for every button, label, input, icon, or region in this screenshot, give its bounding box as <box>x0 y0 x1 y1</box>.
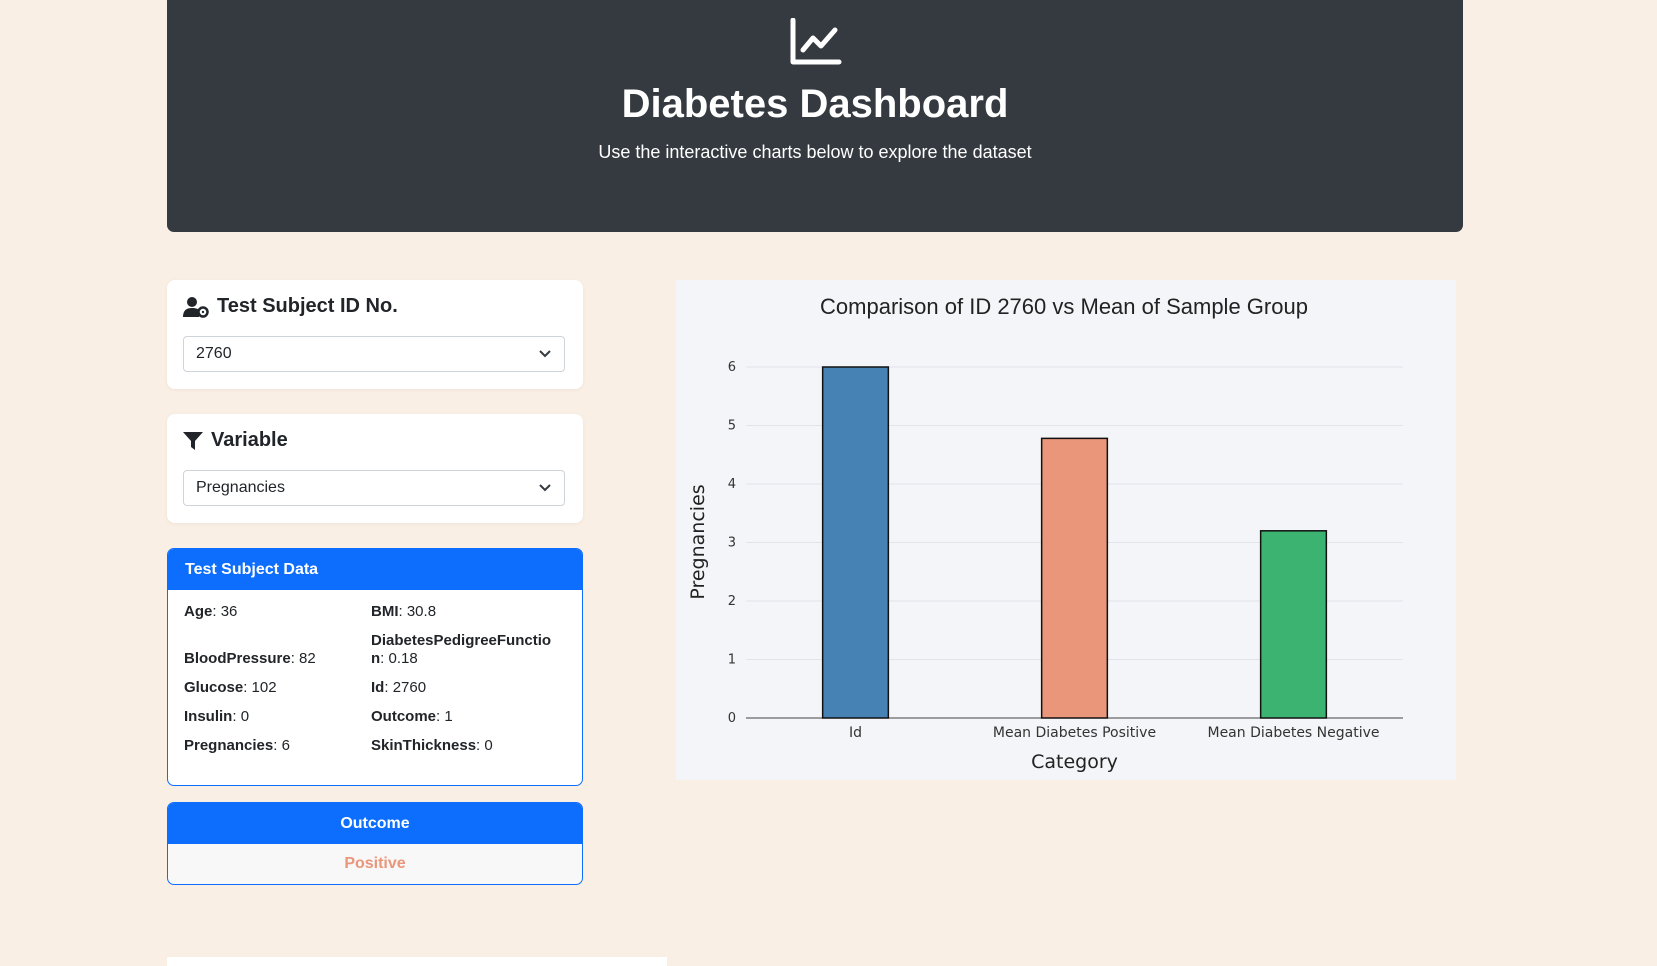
subject-data-value: 0.18 <box>388 650 418 667</box>
subject-data-value: 1 <box>444 708 453 725</box>
x-tick-label: Id <box>849 725 862 741</box>
comparison-chart[interactable]: Comparison of ID 2760 vs Mean of Sample … <box>676 280 1456 780</box>
next-card-edge <box>167 957 667 966</box>
subject-data-item: SkinThickness: 0 <box>371 737 493 754</box>
subject-data-value: 102 <box>251 679 277 696</box>
subject-data-value: 6 <box>281 737 290 754</box>
subject-id-card: Test Subject ID No. 2760 <box>167 280 583 389</box>
line-chart-icon <box>790 18 842 65</box>
subject-data-value: 0 <box>240 708 250 725</box>
y-tick-label: 3 <box>728 536 736 551</box>
y-tick-label: 5 <box>728 419 736 434</box>
variable-title: Variable <box>211 429 288 451</box>
outcome-card: Outcome Positive <box>167 802 583 885</box>
x-tick-label: Mean Diabetes Negative <box>1207 725 1379 741</box>
chart-bar <box>821 366 890 719</box>
subject-data-key: Id <box>371 679 385 696</box>
subject-data-row: Pregnancies: 6 SkinThickness: 0 <box>184 737 568 755</box>
chart-bar <box>1259 530 1328 719</box>
subject-data-item: DiabetesPedigreeFunction: 0.18 <box>371 632 552 667</box>
subject-data-key: Age <box>184 603 213 620</box>
subject-data-item: Outcome: 1 <box>371 708 453 725</box>
subject-data-header: Test Subject Data <box>168 549 582 590</box>
subject-data-card: Test Subject Data Age: 36 BMI: 30.8 BloodP… <box>167 548 583 786</box>
subject-data-key: Insulin <box>184 708 233 725</box>
y-tick-label: 4 <box>728 477 736 492</box>
x-tick-label: Mean Diabetes Positive <box>993 725 1156 741</box>
variable-dropdown[interactable]: Pregnancies <box>183 470 565 506</box>
variable-card: Variable Pregnancies <box>167 414 583 523</box>
subject-data-value: 2760 <box>392 679 427 696</box>
page-subtitle: Use the interactive charts below to expl… <box>598 142 1032 162</box>
subject-data-key: Outcome <box>371 708 437 725</box>
y-tick-label: 0 <box>728 711 736 726</box>
subject-data-row: Insulin: 0 Outcome: 1 <box>184 708 568 726</box>
subject-data-row: BloodPressure: 82 DiabetesPedigreeFunctio… <box>184 632 568 668</box>
comparison-chart-svg: Comparison of ID 2760 vs Mean of Sample … <box>687 294 1403 773</box>
dashboard-header: Diabetes Dashboard Use the interactive c… <box>167 0 1463 232</box>
subject-data-key: Pregnancies <box>184 737 274 754</box>
chevron-down-icon <box>539 484 551 492</box>
subject-data-key: SkinThickness <box>371 737 477 754</box>
x-axis-label: Category <box>1031 751 1118 773</box>
y-tick-label: 2 <box>728 594 736 609</box>
subject-id-title: Test Subject ID No. <box>217 295 398 317</box>
subject-data-value: 82 <box>299 650 316 667</box>
subject-data-table: Age: 36 BMI: 30.8 BloodPressure: 82 Diabete… <box>184 603 568 766</box>
chevron-down-icon <box>539 350 551 358</box>
subject-id-dropdown[interactable]: 2760 <box>183 336 565 372</box>
subject-id-value: 2760 <box>196 345 232 362</box>
subject-data-item: BMI: 30.8 <box>371 603 437 620</box>
chart-title: Comparison of ID 2760 vs Mean of Sample … <box>820 294 1308 319</box>
filter-icon <box>183 431 203 450</box>
variable-value: Pregnancies <box>196 479 285 496</box>
user-gear-icon <box>183 296 209 318</box>
subject-data-value: 30.8 <box>406 603 437 620</box>
outcome-header: Outcome <box>168 803 582 844</box>
subject-data-item: Id: 2760 <box>371 679 427 696</box>
subject-data-row: Age: 36 BMI: 30.8 <box>184 603 568 621</box>
outcome-value: Positive <box>344 855 406 872</box>
y-tick-label: 1 <box>728 653 736 668</box>
subject-data-value: 36 <box>220 603 238 620</box>
page-title: Diabetes Dashboard <box>621 82 1009 126</box>
subject-data-value: 0 <box>484 737 493 754</box>
subject-data-item: Age: 36 <box>184 603 238 620</box>
chart-bar <box>1040 437 1109 719</box>
subject-data-key: BMI <box>371 603 399 620</box>
subject-data-item: Pregnancies: 6 <box>184 737 290 754</box>
y-tick-label: 6 <box>728 360 736 375</box>
subject-data-item: Glucose: 102 <box>184 679 277 696</box>
subject-data-item: Insulin: 0 <box>184 708 250 725</box>
subject-data-row: Glucose: 102 Id: 2760 <box>184 679 568 697</box>
subject-data-item: BloodPressure: 82 <box>184 650 316 667</box>
y-axis-label: Pregnancies <box>687 484 709 599</box>
subject-data-key: BloodPressure <box>184 650 291 667</box>
subject-data-key: Glucose <box>184 679 244 696</box>
